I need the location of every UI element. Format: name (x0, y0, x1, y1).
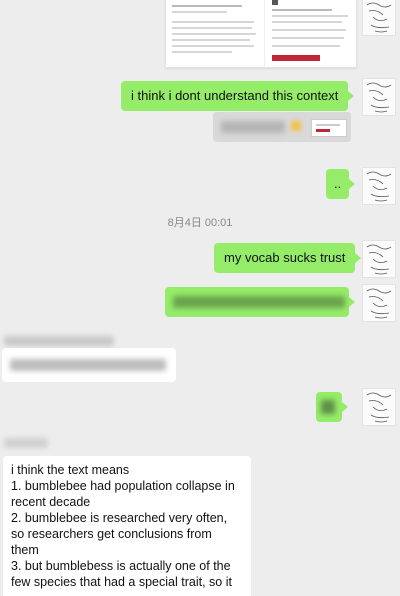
sketch-avatar-icon (366, 288, 392, 319)
sender-name-redacted (4, 336, 114, 346)
sketch-avatar-icon (366, 2, 392, 33)
avatar[interactable] (362, 0, 396, 36)
sketch-avatar-icon (366, 82, 392, 113)
avatar[interactable] (362, 78, 396, 116)
message-bubble-sent-redacted[interactable] (316, 392, 348, 422)
avatar[interactable] (362, 240, 396, 278)
avatar[interactable] (362, 388, 396, 426)
message-bubble-sent[interactable]: i think i dont understand this context (121, 81, 355, 111)
redacted-text (321, 400, 335, 414)
redacted-text (10, 359, 166, 371)
timestamp: 8月4日 00:01 (167, 217, 233, 229)
screenshot-right-pane (268, 0, 356, 67)
avatar[interactable] (362, 284, 396, 322)
sketch-avatar-icon (366, 392, 392, 423)
chat-window: i think i dont understand this context .… (0, 0, 400, 596)
message-bubble-sent[interactable]: my vocab sucks trust (214, 243, 362, 273)
quoted-image-thumbnail (311, 119, 347, 137)
message-bubble-sent-redacted[interactable] (165, 287, 355, 317)
sketch-avatar-icon (366, 171, 392, 202)
quoted-message[interactable] (213, 112, 351, 142)
screenshot-image-message[interactable] (165, 0, 357, 68)
quoted-text-redacted (221, 121, 285, 133)
screenshot-left-pane (166, 0, 265, 67)
sender-name-redacted (4, 438, 48, 448)
message-bubble-sent[interactable]: .. (326, 169, 356, 199)
avatar[interactable] (362, 167, 396, 205)
quoted-emoji-redacted (291, 121, 301, 131)
redacted-text (173, 296, 345, 308)
message-bubble-received[interactable]: i think the text means 1. bumblebee had … (3, 456, 251, 596)
sketch-avatar-icon (366, 244, 392, 275)
message-bubble-received-redacted[interactable] (2, 348, 176, 382)
